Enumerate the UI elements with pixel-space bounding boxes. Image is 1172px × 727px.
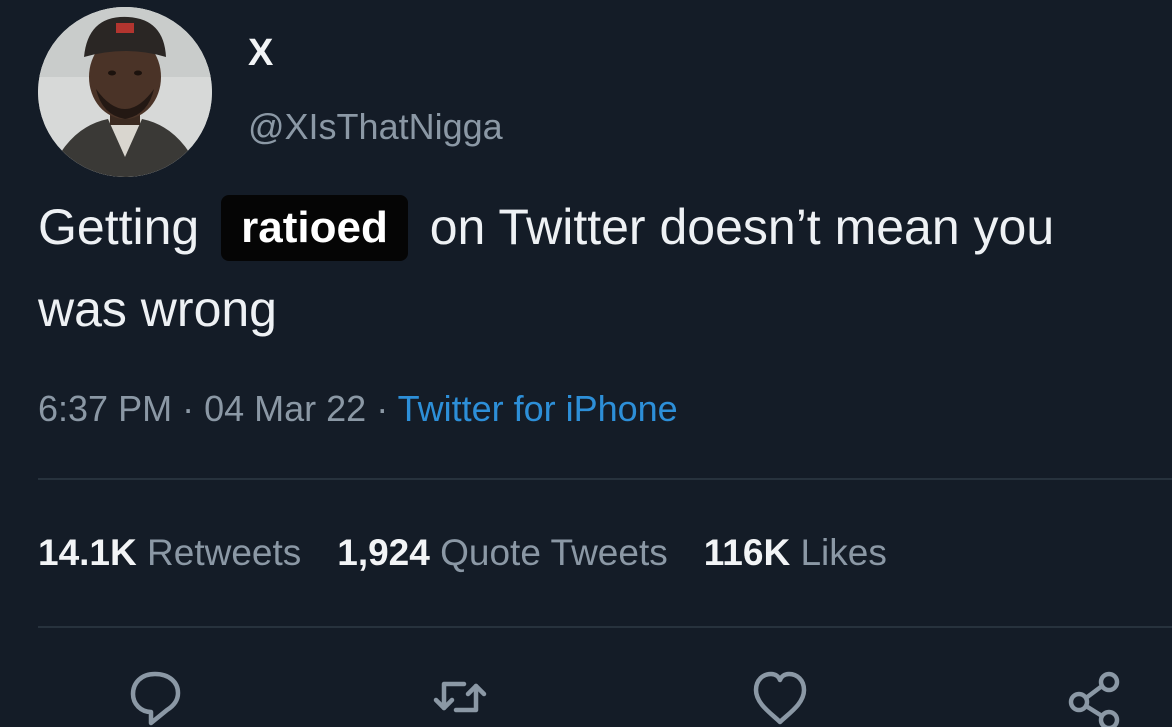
display-name[interactable]: X (248, 32, 274, 75)
retweet-icon (433, 681, 487, 713)
retweet-button[interactable] (430, 668, 490, 727)
meta-separator: · (182, 388, 195, 429)
like-icon (753, 671, 807, 725)
tweet-stats: 14.1K Retweets 1,924 Quote Tweets 116K Lik… (38, 532, 923, 574)
avatar[interactable] (38, 7, 212, 177)
tweet-meta: 6:37 PM · 04 Mar 22 · Twitter for iPhone (38, 388, 678, 430)
like-button[interactable] (750, 668, 810, 727)
likes-stat[interactable]: 116K Likes (704, 532, 887, 573)
quote-tweets-stat[interactable]: 1,924 Quote Tweets (337, 532, 668, 573)
tweet-text: Getting ratioed on Twitter doesn’t mean … (38, 186, 1148, 350)
likes-label: Likes (800, 532, 887, 573)
avatar-photo-icon (38, 7, 212, 177)
retweets-label: Retweets (147, 532, 302, 573)
tweet-time[interactable]: 6:37 PM (38, 388, 172, 429)
likes-count: 116K (703, 532, 791, 573)
user-handle[interactable]: @XIsThatNigga (248, 106, 503, 148)
redacted-word-box: ratioed (221, 195, 408, 261)
retweets-stat[interactable]: 14.1K Retweets (38, 532, 301, 573)
tweet-date[interactable]: 04 Mar 22 (204, 388, 366, 429)
retweets-count: 14.1K (38, 532, 137, 573)
tweet-text-before: Getting (38, 199, 200, 255)
reply-icon (130, 671, 181, 726)
divider (38, 478, 1172, 480)
divider (38, 626, 1172, 628)
share-button[interactable] (1065, 668, 1125, 727)
quote-tweets-label: Quote Tweets (440, 532, 668, 573)
action-bar (0, 668, 1172, 727)
meta-separator: · (376, 388, 389, 429)
quote-tweets-count: 1,924 (337, 532, 430, 573)
tweet-card: X @XIsThatNigga Getting ratioed on Twitt… (0, 0, 1172, 727)
tweet-source-link[interactable]: Twitter for iPhone (398, 388, 678, 429)
reply-button[interactable] (125, 668, 185, 727)
share-icon (1068, 671, 1120, 727)
